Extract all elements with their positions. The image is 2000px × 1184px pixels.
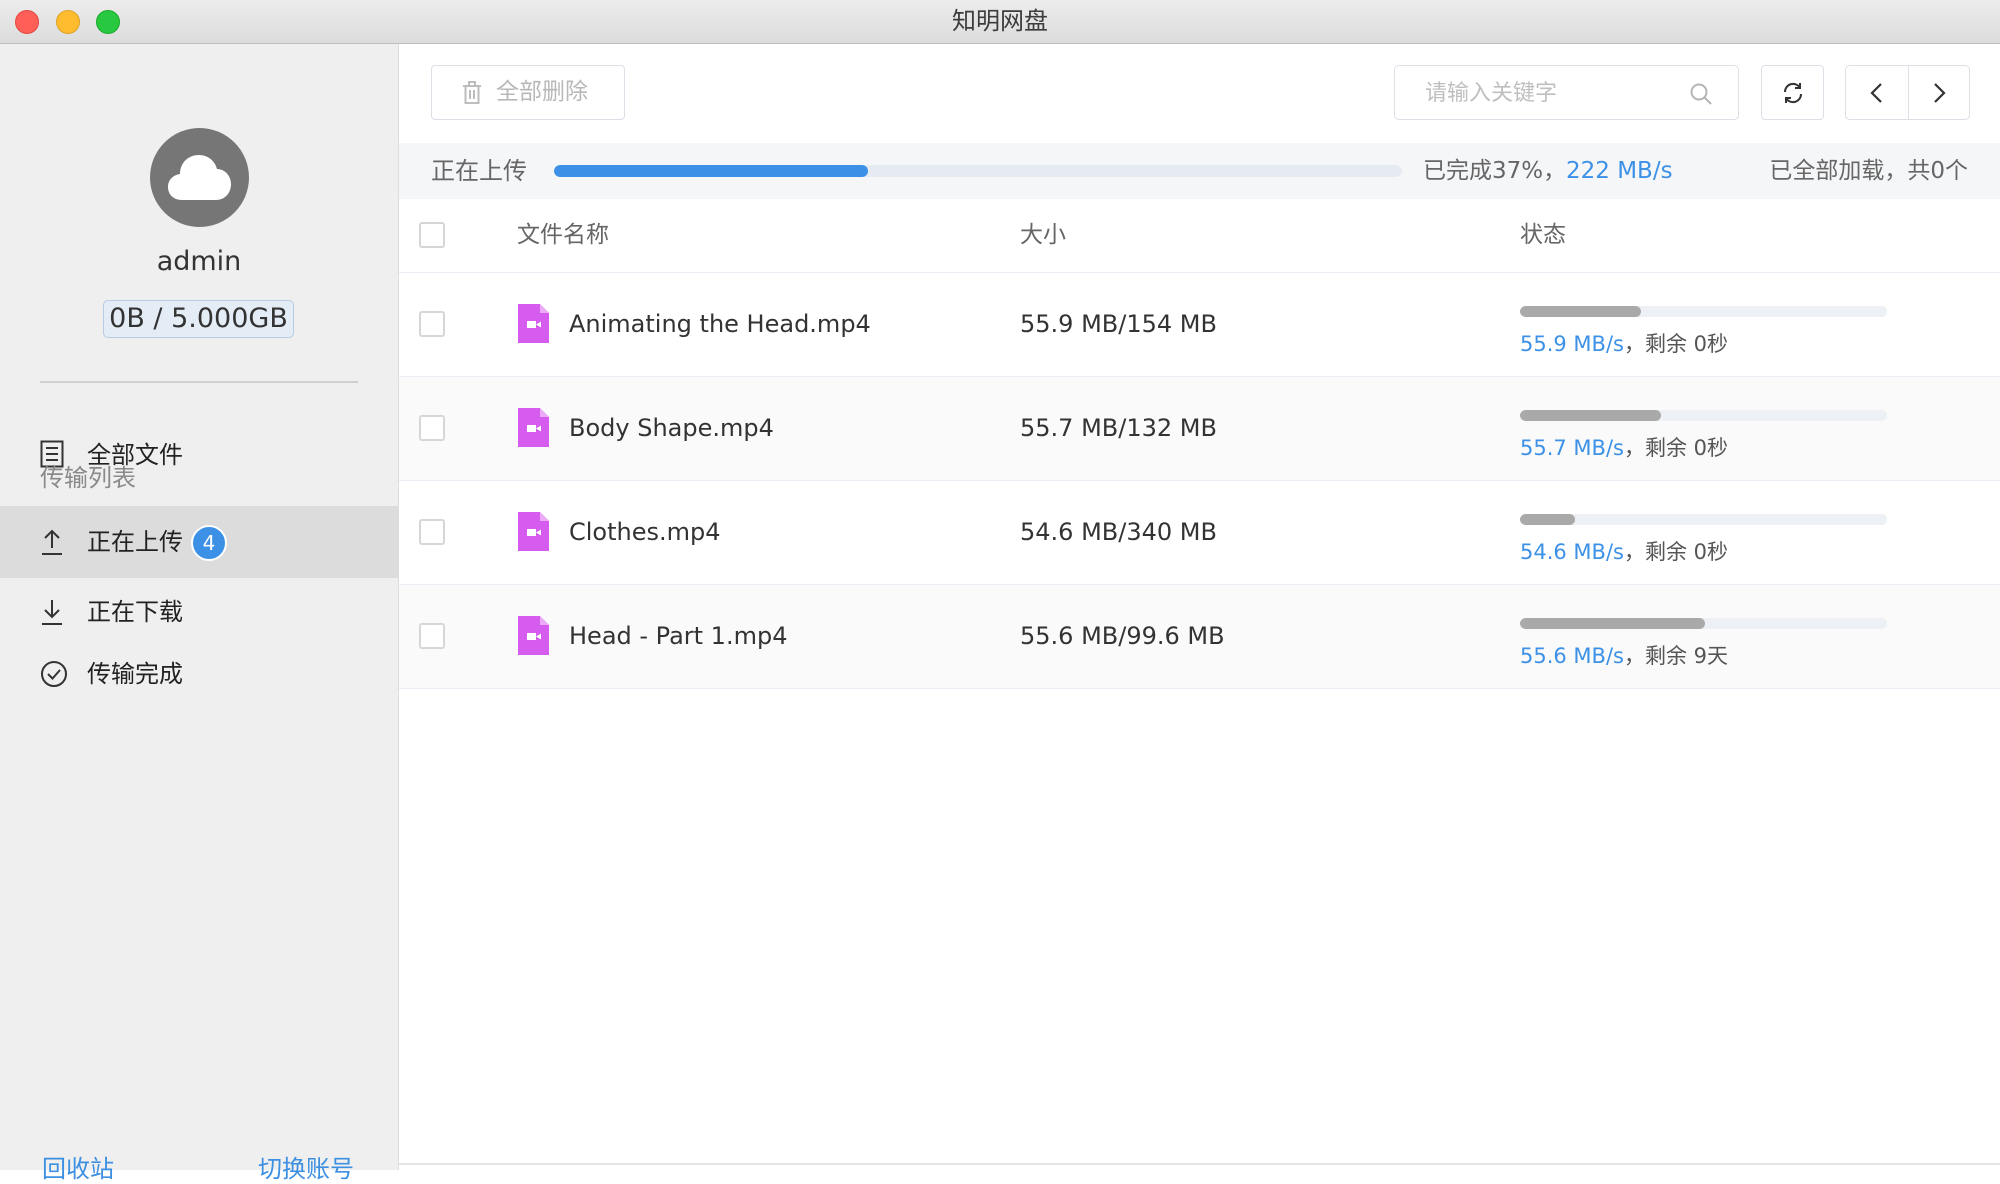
username: admin [156, 246, 242, 277]
transfer-list-heading: 传输列表 [40, 464, 136, 492]
row-progress-bar [1520, 410, 1887, 421]
row-remaining: ，剩余 0秒 [1623, 540, 1729, 564]
delete-all-label: 全部删除 [496, 79, 588, 105]
table-header: 文件名称 大小 状态 [399, 199, 2000, 273]
refresh-button[interactable] [1761, 65, 1824, 120]
video-file-icon [518, 408, 549, 447]
row-status: 55.9 MB/s，剩余 0秒 [1520, 328, 1728, 358]
column-header-size[interactable]: 大小 [1020, 199, 1066, 272]
file-size: 54.6 MB/340 MB [1020, 518, 1217, 546]
trash-icon [463, 81, 481, 104]
row-status: 55.6 MB/s，剩余 9天 [1520, 640, 1728, 670]
app-window: 知明网盘 admin 0B / 5.000GB 全部文件 传输列表 正在上传 4… [0, 0, 2000, 1183]
row-progress-fill [1520, 514, 1576, 525]
upload-summary-label: 正在上传 [431, 157, 527, 185]
window-title: 知明网盘 [952, 7, 1048, 35]
video-file-icon [518, 616, 549, 655]
row-progress-fill [1520, 306, 1642, 317]
file-size: 55.7 MB/132 MB [1020, 414, 1217, 442]
row-checkbox[interactable] [419, 415, 445, 441]
upload-summary: 正在上传 已完成37%， 222 MB/s 已全部加载，共0个 [399, 143, 2000, 199]
row-remaining: ，剩余 9天 [1623, 644, 1729, 668]
table-row[interactable]: Body Shape.mp4 55.7 MB/132 MB 55.7 MB/s，… [399, 377, 2000, 481]
file-name: Body Shape.mp4 [569, 414, 774, 442]
completed-percent-text: 已完成37%， [1423, 158, 1567, 184]
sidebar-item-label: 正在上传 [87, 528, 183, 556]
sidebar-item-uploading[interactable]: 正在上传 4 [0, 506, 398, 578]
upload-icon [42, 529, 62, 555]
file-size: 55.6 MB/99.6 MB [1020, 622, 1225, 650]
search-box[interactable] [1394, 65, 1739, 121]
row-speed: 55.6 MB/s [1520, 644, 1624, 668]
row-progress-bar [1520, 618, 1887, 629]
loaded-status-text: 已全部加载，共0个 [1769, 158, 1968, 184]
sidebar-item-completed[interactable]: 传输完成 [0, 638, 398, 710]
row-remaining: ，剩余 0秒 [1623, 332, 1729, 356]
select-all-checkbox[interactable] [419, 222, 445, 248]
download-icon [42, 600, 62, 625]
chevron-left-icon [1870, 83, 1882, 103]
forward-button[interactable] [1908, 66, 1969, 119]
sidebar-divider [40, 381, 358, 383]
title-bar: 知明网盘 [0, 0, 2000, 44]
chevron-right-icon [1934, 83, 1946, 103]
table-row[interactable]: Head - Part 1.mp4 55.6 MB/99.6 MB 55.6 M… [399, 585, 2000, 689]
total-speed-text: 222 MB/s [1566, 158, 1673, 184]
video-file-icon [518, 512, 549, 551]
row-progress-bar [1520, 306, 1887, 317]
file-name: Head - Part 1.mp4 [569, 622, 788, 650]
row-progress-fill [1520, 618, 1706, 629]
row-checkbox[interactable] [419, 623, 445, 649]
column-header-status[interactable]: 状态 [1520, 199, 1566, 272]
table-row[interactable]: Animating the Head.mp4 55.9 MB/154 MB 55… [399, 273, 2000, 377]
sidebar: admin 0B / 5.000GB 全部文件 传输列表 正在上传 4 正在下载… [0, 44, 399, 1183]
column-header-filename[interactable]: 文件名称 [517, 199, 609, 272]
main-panel: 全部删除 请输入关键字 正在上传 已完成37%， 222 MB/s 已全部加载，… [399, 44, 2000, 1170]
row-progress-bar [1520, 514, 1887, 525]
search-icon[interactable] [1689, 82, 1713, 106]
cloud-icon [168, 155, 231, 200]
storage-quota-badge: 0B / 5.000GB [103, 300, 294, 338]
total-progress-fill [554, 165, 868, 177]
delete-all-button[interactable]: 全部删除 [431, 65, 625, 120]
search-input[interactable] [1423, 66, 1687, 121]
check-circle-icon [41, 661, 67, 687]
total-progress-bar [554, 165, 1402, 177]
refresh-icon [1783, 82, 1803, 104]
back-button[interactable] [1846, 66, 1909, 119]
sidebar-item-label: 传输完成 [87, 660, 183, 688]
avatar[interactable] [150, 128, 249, 227]
navigation-button-group [1845, 65, 1970, 120]
row-speed: 55.7 MB/s [1520, 436, 1624, 460]
bottom-divider [399, 1163, 2000, 1165]
file-size: 55.9 MB/154 MB [1020, 310, 1217, 338]
row-checkbox[interactable] [419, 311, 445, 337]
switch-account-link[interactable]: 切换账号 [258, 1149, 354, 1184]
row-progress-fill [1520, 410, 1662, 421]
file-name: Animating the Head.mp4 [569, 310, 871, 338]
row-checkbox[interactable] [419, 519, 445, 545]
video-file-icon [518, 304, 549, 343]
row-remaining: ，剩余 0秒 [1623, 436, 1729, 460]
row-speed: 55.9 MB/s [1520, 332, 1624, 356]
table-row[interactable]: Clothes.mp4 54.6 MB/340 MB 54.6 MB/s，剩余 … [399, 481, 2000, 585]
row-status: 55.7 MB/s，剩余 0秒 [1520, 432, 1728, 462]
row-status: 54.6 MB/s，剩余 0秒 [1520, 536, 1728, 566]
file-name: Clothes.mp4 [569, 518, 721, 546]
upload-count-badge: 4 [191, 525, 227, 561]
row-speed: 54.6 MB/s [1520, 540, 1624, 564]
recycle-bin-link[interactable]: 回收站 [42, 1149, 114, 1184]
